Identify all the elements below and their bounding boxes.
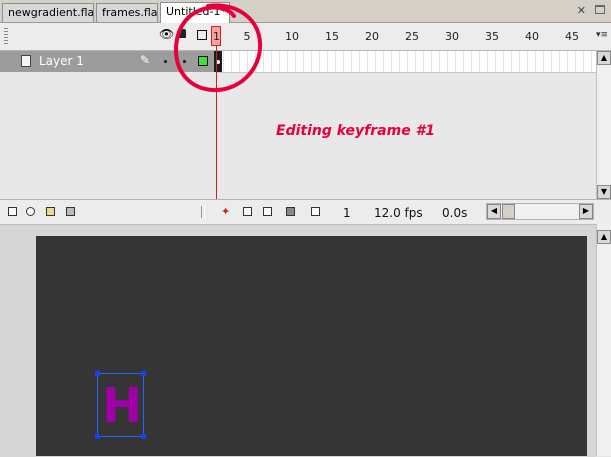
insert-folder-icon[interactable] (46, 207, 55, 216)
frame-cells[interactable] (216, 51, 596, 73)
tab-newgradient[interactable]: newgradient.fla (2, 3, 94, 22)
layer-icon (21, 55, 31, 67)
frame-number: 25 (405, 30, 419, 43)
frame-number: 10 (285, 30, 299, 43)
frame-number: 45 (565, 30, 579, 43)
annotation-text: Editing keyframe #1 (276, 123, 436, 139)
modify-onion-markers-icon[interactable] (311, 207, 320, 216)
center-frame-icon[interactable]: ✦ (221, 205, 230, 218)
edit-multiple-frames-icon[interactable] (286, 207, 295, 216)
document-tab-bar: newgradient.fla frames.fla Untitled-1* ✕ (0, 0, 611, 23)
delete-layer-icon[interactable] (66, 207, 75, 216)
frame-number: 35 (485, 30, 499, 43)
add-motion-guide-icon[interactable] (26, 207, 35, 216)
panel-menu-icon[interactable]: ▾≡ (596, 30, 608, 40)
current-frame-readout: 1 (343, 206, 351, 220)
panel-grip-icon[interactable] (4, 28, 8, 44)
visibility-dot[interactable] (164, 60, 167, 63)
timeline-panel: 👁 5 10 15 20 25 30 35 40 45 ▾≡ 1 Layer 1… (0, 23, 611, 224)
grip-divider (201, 206, 205, 218)
selection-handle[interactable] (95, 434, 100, 439)
onion-skin-icon[interactable] (243, 207, 252, 216)
frame-number: 15 (325, 30, 339, 43)
onion-skin-outlines-icon[interactable] (263, 207, 272, 216)
selection-handle[interactable] (95, 371, 100, 376)
timeline-vertical-scrollbar[interactable]: ▲ ▼ (596, 51, 611, 199)
elapsed-time-readout: 0.0s (442, 206, 468, 220)
frame-number: 30 (445, 30, 459, 43)
annotation-circle (174, 3, 263, 93)
frame-number: 20 (365, 30, 379, 43)
scroll-thumb[interactable] (502, 204, 515, 219)
insert-layer-icon[interactable] (8, 207, 17, 216)
scroll-left-icon[interactable]: ◀ (487, 204, 501, 219)
layer-name[interactable]: Layer 1 (39, 54, 84, 68)
timeline-status-bar: ✦ 1 12.0 fps 0.0s ◀ ▶ (0, 199, 611, 224)
tab-frames[interactable]: frames.fla (96, 3, 158, 22)
scroll-right-icon[interactable]: ▶ (579, 204, 593, 219)
restore-window-icon[interactable] (595, 5, 605, 14)
scroll-up-icon[interactable]: ▲ (597, 51, 611, 65)
scroll-down-icon[interactable]: ▼ (597, 185, 611, 199)
selection-handle[interactable] (141, 434, 146, 439)
frame-number: 40 (525, 30, 539, 43)
frame-rate-readout[interactable]: 12.0 fps (374, 206, 423, 220)
stage-vertical-scrollbar[interactable]: ▲ (596, 224, 611, 456)
selection-handle[interactable] (141, 371, 146, 376)
close-icon[interactable]: ✕ (577, 5, 586, 17)
pencil-icon: ✎ (140, 53, 151, 67)
scroll-up-icon[interactable]: ▲ (597, 230, 611, 244)
selection-bounding-box[interactable] (97, 373, 144, 437)
timeline-header: 👁 5 10 15 20 25 30 35 40 45 ▾≡ (0, 23, 611, 51)
